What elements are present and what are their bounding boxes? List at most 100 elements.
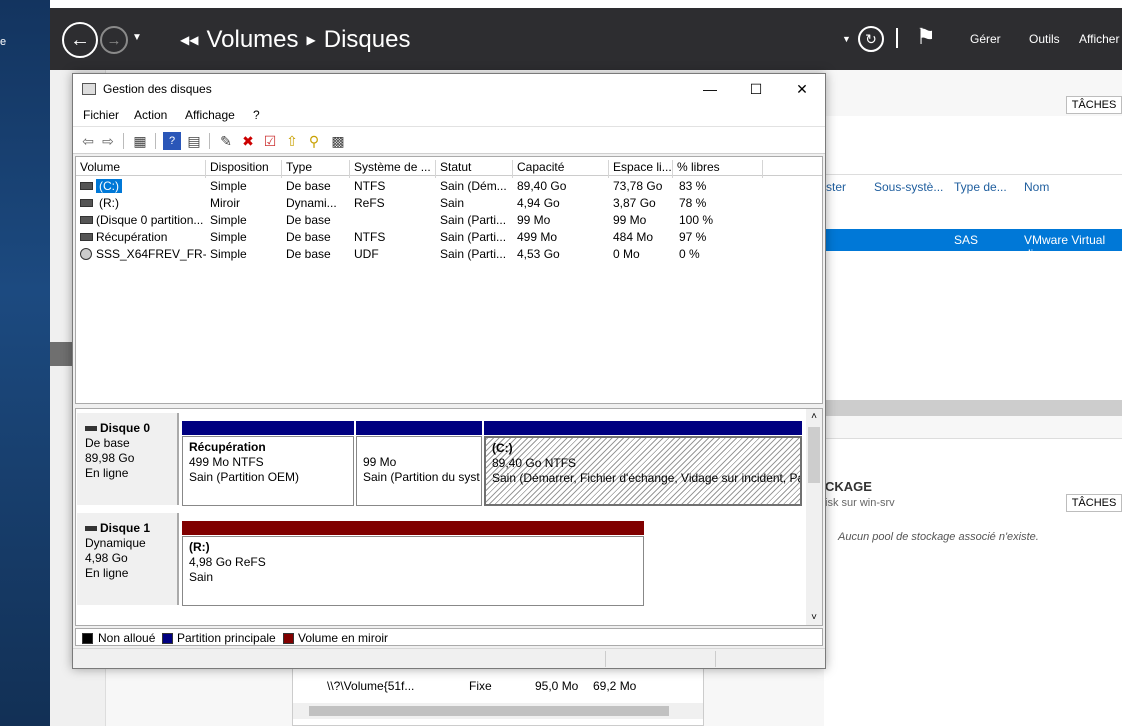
legend-swatch-mirror: [283, 633, 294, 644]
close-button[interactable]: ✕: [779, 74, 825, 104]
col-bus-type[interactable]: Type de...: [954, 180, 1007, 194]
volume-row[interactable]: (Disque 0 partition... Simple De base Sa…: [76, 212, 822, 229]
volume-free: 99 Mo: [613, 213, 647, 227]
tasks-button-storage[interactable]: TÂCHES: [1066, 494, 1122, 512]
legend: Non alloué Partition principale Volume e…: [75, 628, 823, 646]
col-volume[interactable]: Volume: [76, 160, 206, 178]
col-status[interactable]: Statut: [436, 160, 513, 178]
storage-pool-subtitle: isk sur win-srv: [825, 497, 895, 509]
col-layout[interactable]: Disposition: [206, 160, 282, 178]
volume-name: (C:): [96, 179, 122, 193]
disk-name: Disque 0: [100, 421, 151, 435]
breadcrumb: ◀◀ Volumes ▶ Disques: [180, 26, 410, 54]
partition-size: 4,98 Go ReFS: [189, 555, 266, 569]
notifications-flag-icon[interactable]: ⚑: [916, 24, 936, 50]
volume-list: Volume Disposition Type Système de ... S…: [75, 156, 823, 404]
volume-capacity: 99 Mo: [517, 213, 551, 227]
col-name[interactable]: Nom: [1024, 180, 1049, 194]
tasks-button-top[interactable]: TÂCHES: [1066, 96, 1122, 114]
volume-name: Récupération: [96, 230, 168, 244]
lower-horizontal-scrollbar[interactable]: [293, 703, 703, 719]
folder-up-icon[interactable]: ⇧: [283, 132, 301, 150]
refresh-icon[interactable]: ↻: [858, 26, 884, 52]
breadcrumb-disks[interactable]: Disques: [324, 26, 411, 54]
connect-disk-icon[interactable]: ✎: [217, 132, 235, 150]
delete-icon[interactable]: ✖: [239, 132, 257, 150]
console-tree-icon[interactable]: ▦: [131, 132, 149, 150]
disk-1-label[interactable]: Disque 1 Dynamique 4,98 Go En ligne: [77, 513, 179, 605]
volume-capacity: 4,53 Go: [517, 247, 560, 261]
forward-button[interactable]: →: [100, 26, 128, 54]
menu-tools[interactable]: Outils: [1029, 32, 1060, 46]
menu-action[interactable]: Action: [134, 108, 167, 122]
check-icon[interactable]: ☑: [261, 132, 279, 150]
sidebar-selected-item[interactable]: [50, 342, 74, 366]
volume-layout: Simple: [210, 230, 247, 244]
menu-bar: Fichier Action Affichage ?: [73, 104, 825, 126]
menu-view[interactable]: Afficher: [1079, 32, 1119, 46]
search-folder-icon[interactable]: ⚲: [305, 132, 323, 150]
view-icon[interactable]: ▩: [329, 132, 347, 150]
col-cluster[interactable]: ster: [826, 180, 846, 194]
graph-vertical-scrollbar[interactable]: ˄ ˅: [806, 409, 822, 625]
col-filesystem[interactable]: Système de ...: [350, 160, 436, 178]
toolbar-separator: [209, 133, 210, 149]
partition-system[interactable]: 99 Mo Sain (Partition du syst: [356, 436, 482, 506]
volume-percent: 100 %: [679, 213, 714, 227]
disk-size: 89,98 Go: [85, 451, 135, 465]
menu-view[interactable]: Affichage: [185, 108, 235, 122]
help-icon[interactable]: ?: [163, 132, 181, 150]
disk-name: Disque 1: [100, 521, 151, 535]
disk-icon: [80, 216, 93, 224]
col-capacity[interactable]: Capacité: [513, 160, 609, 178]
scrollbar-thumb[interactable]: [808, 427, 820, 483]
back-arrow-icon[interactable]: ⇦: [79, 132, 97, 150]
disk-0-label[interactable]: Disque 0 De base 89,98 Go En ligne: [77, 413, 179, 505]
menu-manage[interactable]: Gérer: [970, 32, 1001, 46]
partition-status: Sain (Partition OEM): [189, 470, 300, 484]
disk-kind: Dynamique: [85, 536, 146, 550]
history-dropdown-icon[interactable]: ▼: [132, 32, 142, 43]
volume-type: De base: [286, 213, 331, 227]
scroll-down-icon[interactable]: ˅: [806, 612, 822, 623]
toolbar-separator: [123, 133, 124, 149]
volume-row[interactable]: SSS_X64FREV_FR-F... Simple De base UDF S…: [76, 246, 822, 263]
maximize-button[interactable]: ☐: [733, 74, 779, 104]
col-percent-free[interactable]: % libres: [673, 160, 763, 178]
volume-status: Sain: [440, 196, 465, 210]
partition-recovery[interactable]: Récupération 499 Mo NTFS Sain (Partition…: [182, 436, 354, 506]
disk-row-selected[interactable]: SAS VMware Virtual dis: [824, 229, 1122, 261]
properties-icon[interactable]: ▤: [185, 132, 203, 150]
disk-size: 4,98 Go: [85, 551, 128, 565]
mirror-bar: [182, 521, 644, 535]
volume-status: Sain (Dém...: [440, 179, 507, 193]
forward-arrow-icon[interactable]: ⇨: [99, 132, 117, 150]
col-subsystem[interactable]: Sous-systè...: [874, 180, 943, 194]
scroll-up-icon[interactable]: ˄: [806, 411, 822, 422]
back-button[interactable]: ←: [62, 22, 98, 58]
breadcrumb-volumes[interactable]: Volumes: [206, 26, 298, 54]
volume-row[interactable]: (R:) Miroir Dynami... ReFS Sain 4,94 Go …: [76, 195, 822, 212]
desktop-background: e: [0, 0, 50, 726]
menu-file[interactable]: Fichier: [83, 108, 119, 122]
col-free-space[interactable]: Espace li...: [609, 160, 673, 178]
legend-mirror: Volume en miroir: [298, 631, 389, 645]
scrollbar-thumb[interactable]: [309, 706, 669, 716]
minimize-button[interactable]: —: [687, 74, 733, 104]
menu-help[interactable]: ?: [253, 108, 260, 122]
volume-percent: 78 %: [679, 196, 707, 210]
volume-capacity: 89,40 Go: [517, 179, 567, 193]
partition-c[interactable]: (C:) 89,40 Go NTFS Sain (Démarrer, Fichi…: [484, 436, 802, 506]
volume-layout: Simple: [210, 213, 247, 227]
volume-row[interactable]: (C:) Simple De base NTFS Sain (Dém... 89…: [76, 178, 822, 195]
partition-r[interactable]: (R:) 4,98 Go ReFS Sain: [182, 536, 644, 606]
breadcrumb-dropdown-icon[interactable]: ▼: [842, 34, 851, 44]
legend-swatch-primary: [162, 633, 173, 644]
no-pool-message: Aucun pool de stockage associé n'existe.: [838, 531, 1039, 543]
desktop-label: e: [0, 36, 7, 48]
partition-status: Sain (Démarrer, Fichier d'échange, Vidag…: [492, 471, 802, 485]
col-type[interactable]: Type: [282, 160, 350, 178]
partition-bar: [484, 421, 802, 435]
volume-row[interactable]: Récupération Simple De base NTFS Sain (P…: [76, 229, 822, 246]
panel-scrollbar[interactable]: [824, 400, 1122, 416]
